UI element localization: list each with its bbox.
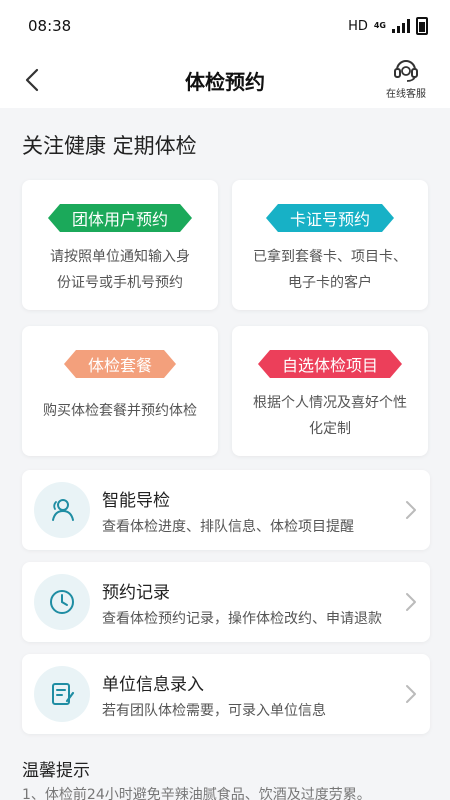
page-title: 体检预约	[185, 69, 265, 94]
headset-icon	[394, 60, 418, 82]
card-desc-line: 根据个人情况及喜好个性	[253, 395, 407, 411]
status-time: 08:38	[28, 17, 72, 35]
clock-icon	[50, 590, 74, 614]
status-bar: 08:38 HD 4G	[0, 0, 450, 52]
battery-icon	[416, 17, 428, 35]
row-unit-info-entry[interactable]: 单位信息录入 若有团队体检需要，可录入单位信息	[22, 654, 430, 734]
chevron-right-icon	[406, 685, 416, 703]
card-tag-card-number: 卡证号预约	[266, 204, 394, 232]
network-type: 4G	[373, 21, 386, 30]
card-desc-line: 已拿到套餐卡、项目卡、	[253, 249, 407, 265]
unit-info-icon-wrap	[34, 666, 90, 722]
users-icon	[52, 499, 74, 521]
row-desc-booking-records: 查看体检预约记录，操作体检改约、申请退款	[102, 611, 382, 627]
app-header: 体检预约 在线客服	[0, 52, 450, 108]
online-service-button[interactable]: 在线客服	[378, 54, 434, 100]
booking-records-icon-wrap	[34, 574, 90, 630]
tips-title: 温馨提示	[22, 761, 90, 781]
status-icons: HD 4G	[348, 17, 428, 35]
card-card-number-booking[interactable]: 卡证号预约 已拿到套餐卡、项目卡、 电子卡的客户	[232, 180, 428, 310]
row-title-smart-guide: 智能导检	[102, 491, 170, 511]
card-checkup-package[interactable]: 体检套餐 购买体检套餐并预约体检	[22, 326, 218, 456]
card-desc-checkup-package: 购买体检套餐并预约体检	[29, 398, 211, 424]
card-desc-line: 化定制	[309, 421, 351, 437]
online-service-label: 在线客服	[386, 89, 426, 100]
card-desc-card-number: 已拿到套餐卡、项目卡、 电子卡的客户	[239, 244, 421, 296]
slogan-heading: 关注健康 定期体检	[22, 134, 197, 158]
card-desc-line: 电子卡的客户	[288, 275, 372, 291]
chevron-left-icon	[25, 68, 39, 92]
card-tag-checkup-package: 体检套餐	[64, 350, 176, 378]
card-desc-line: 份证号或手机号预约	[57, 275, 183, 291]
row-desc-unit-info: 若有团队体检需要，可录入单位信息	[102, 703, 326, 719]
card-custom-items[interactable]: 自选体检项目 根据个人情况及喜好个性 化定制	[232, 326, 428, 456]
back-button[interactable]	[14, 60, 50, 100]
row-smart-guide[interactable]: 智能导检 查看体检进度、排队信息、体检项目提醒	[22, 470, 430, 550]
tip-item: 1、体检前24小时避免辛辣油腻食品、饮酒及过度劳累。	[22, 787, 371, 800]
hd-indicator: HD	[348, 18, 368, 34]
row-desc-smart-guide: 查看体检进度、排队信息、体检项目提醒	[102, 519, 354, 535]
card-tag-custom-items: 自选体检项目	[258, 350, 402, 378]
chevron-right-icon	[406, 501, 416, 519]
edit-form-icon	[52, 683, 75, 705]
card-desc-custom-items: 根据个人情况及喜好个性 化定制	[239, 390, 421, 442]
card-group-booking[interactable]: 团体用户预约 请按照单位通知输入身 份证号或手机号预约	[22, 180, 218, 310]
smart-guide-icon-wrap	[34, 482, 90, 538]
row-title-booking-records: 预约记录	[102, 583, 170, 603]
card-desc-group-booking: 请按照单位通知输入身 份证号或手机号预约	[36, 244, 204, 296]
chevron-right-icon	[406, 593, 416, 611]
row-booking-records[interactable]: 预约记录 查看体检预约记录，操作体检改约、申请退款	[22, 562, 430, 642]
card-desc-line: 购买体检套餐并预约体检	[43, 403, 197, 419]
row-title-unit-info: 单位信息录入	[102, 675, 204, 695]
card-desc-line: 请按照单位通知输入身	[50, 249, 190, 265]
card-tag-group-booking: 团体用户预约	[48, 204, 192, 232]
signal-icon	[392, 19, 410, 33]
